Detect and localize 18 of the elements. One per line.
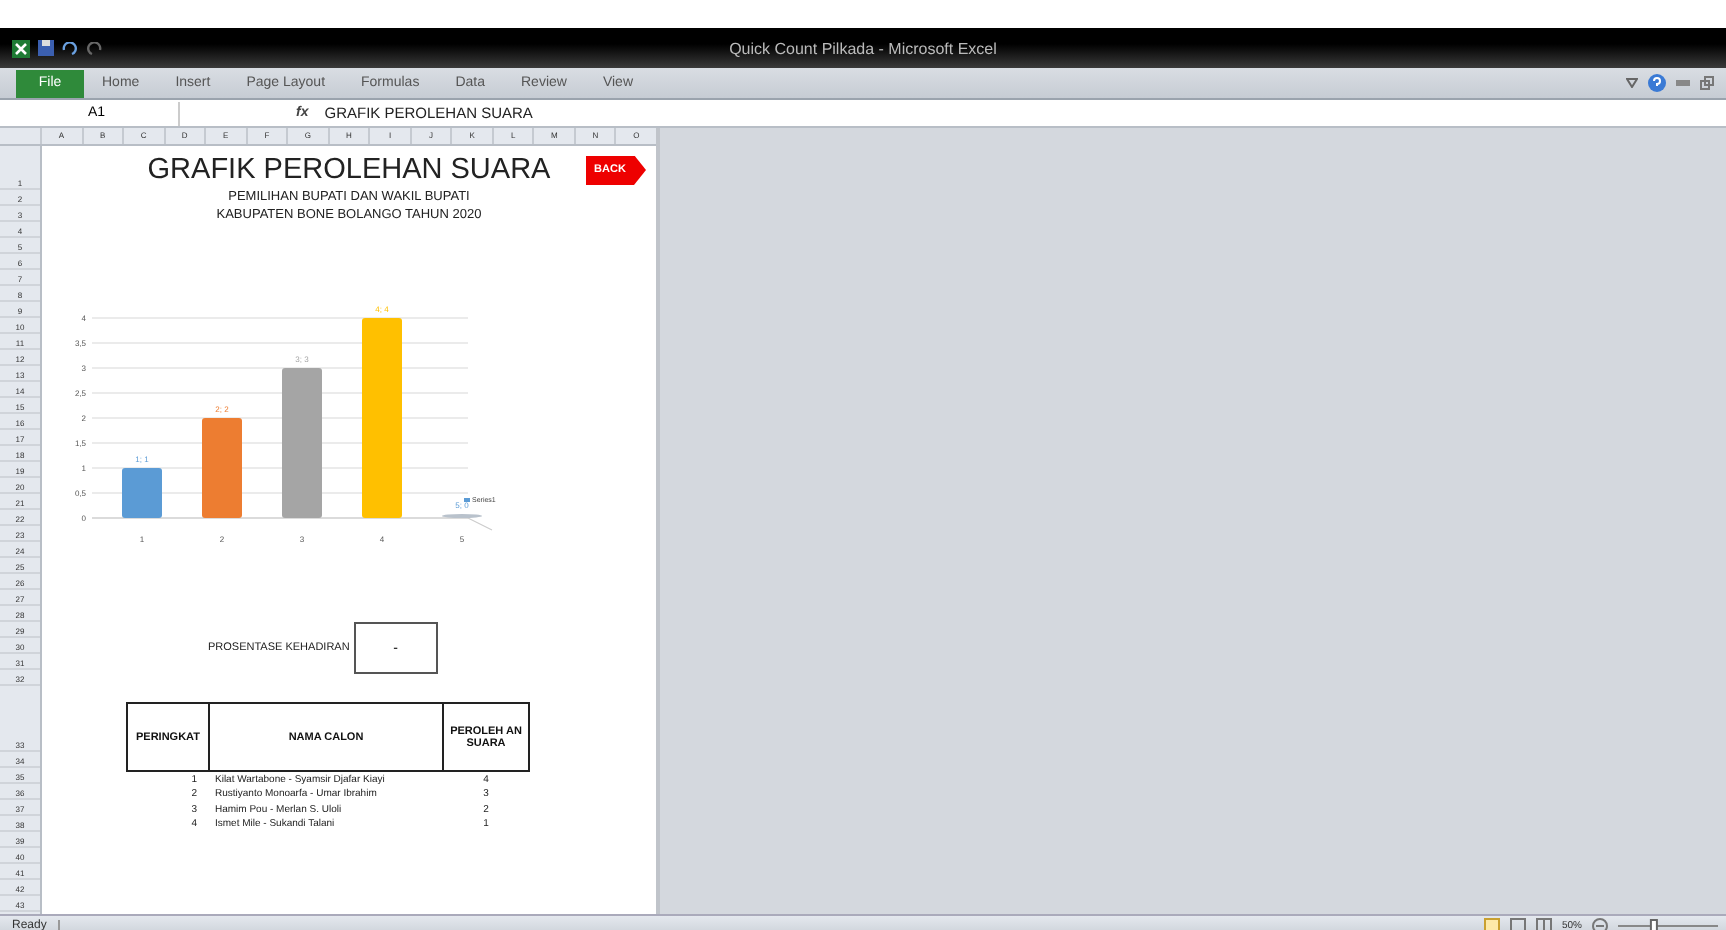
restore-icon[interactable] xyxy=(1700,76,1714,90)
undo-icon[interactable] xyxy=(62,41,78,55)
zoom-out-icon[interactable] xyxy=(1592,917,1608,930)
legend-marker xyxy=(464,498,470,502)
caret-icon[interactable] xyxy=(1626,78,1638,88)
redo-icon[interactable] xyxy=(86,41,102,55)
help-icon[interactable] xyxy=(1648,74,1666,92)
window-title: Quick Count Pilkada - Microsoft Excel xyxy=(729,39,997,57)
excel-icon xyxy=(12,39,30,57)
sheet-title: GRAFIK PEROLEHAN SUARA xyxy=(147,154,551,186)
normal-view-icon[interactable] xyxy=(1483,918,1500,930)
save-icon[interactable] xyxy=(38,40,54,56)
zoom-slider[interactable] xyxy=(1618,917,1718,930)
chart-bar xyxy=(122,468,162,518)
page-layout-icon[interactable] xyxy=(1509,918,1526,930)
chart-bar xyxy=(202,418,242,518)
slider-thumb[interactable] xyxy=(1649,918,1658,930)
page-break-icon[interactable] xyxy=(1535,918,1552,930)
